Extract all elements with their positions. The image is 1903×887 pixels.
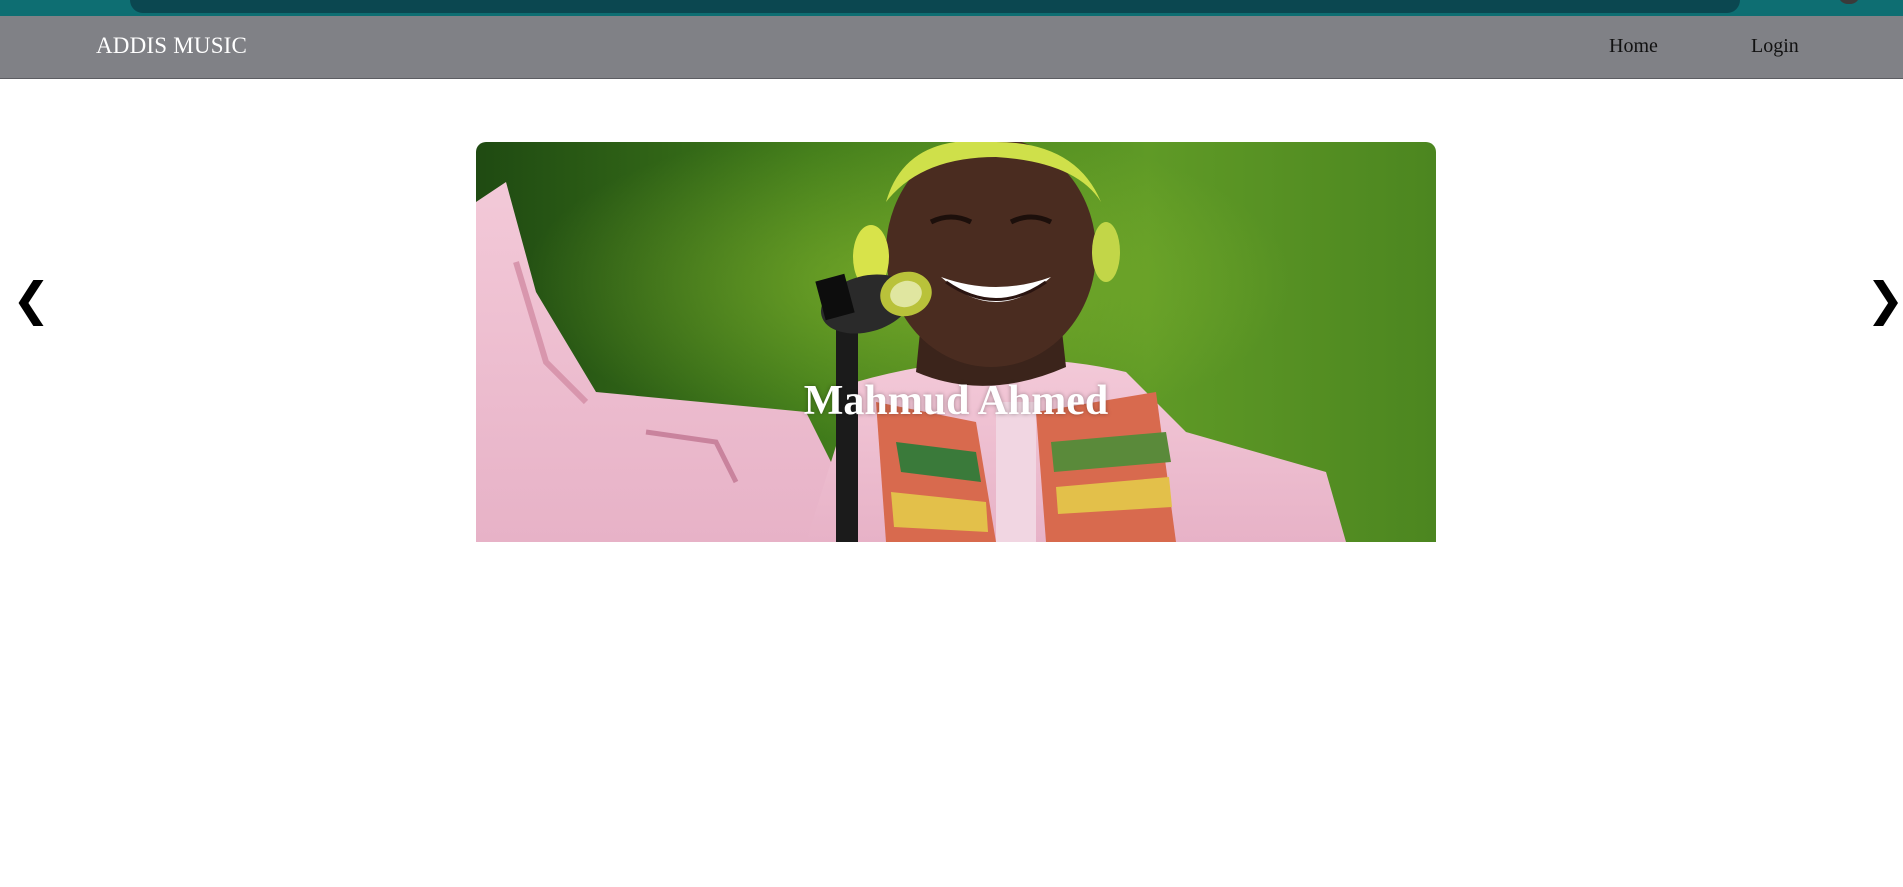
brand-logo[interactable]: ADDIS MUSIC <box>96 33 247 59</box>
navbar: ADDIS MUSIC Home Login <box>0 16 1903 79</box>
slider-prev-arrow[interactable]: ❮ <box>12 276 51 322</box>
nav-home-link[interactable]: Home <box>1609 35 1658 58</box>
browser-top-strip <box>0 0 1903 16</box>
nav-login-link[interactable]: Login <box>1751 35 1799 58</box>
slide-caption: Mahmud Ahmed <box>803 378 1109 424</box>
artist-photo <box>476 142 1436 542</box>
slider-next-arrow[interactable]: ❯ <box>1866 276 1903 322</box>
top-strip-dot <box>1838 0 1860 4</box>
artist-slider: Mahmud Ahmed <box>476 142 1436 542</box>
top-strip-bar <box>130 0 1740 13</box>
